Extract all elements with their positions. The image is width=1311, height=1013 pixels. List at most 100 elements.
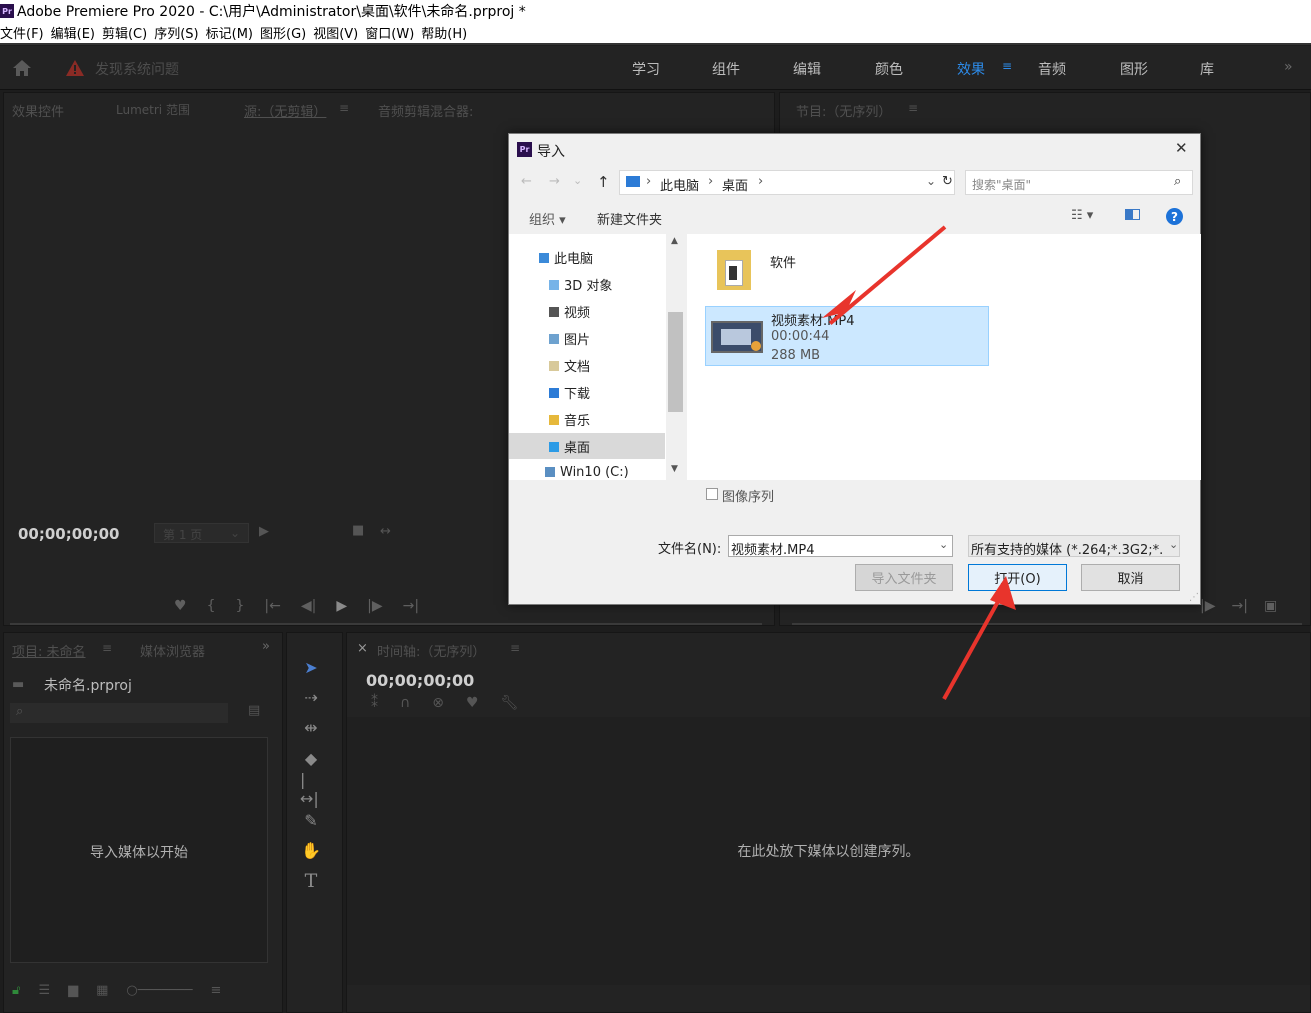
settings-icon[interactable]: ■: [352, 523, 364, 538]
search-box[interactable]: 搜索"桌面" ⌕: [965, 170, 1193, 195]
add-marker-icon[interactable]: ♥: [174, 598, 187, 614]
tree-pictures[interactable]: 图片: [549, 329, 590, 348]
cancel-button[interactable]: 取消: [1081, 564, 1180, 591]
preview-pane-icon[interactable]: [1125, 209, 1140, 220]
program-scrollbar[interactable]: [792, 623, 1302, 625]
icon-view-icon[interactable]: ▆: [68, 983, 78, 998]
sort-icon[interactable]: ≡: [211, 983, 222, 998]
source-scrollbar[interactable]: [10, 623, 762, 625]
tree-videos[interactable]: 视频: [549, 302, 590, 321]
page-select[interactable]: 第 1 页 ⌄: [154, 523, 249, 543]
lock-icon[interactable]: 🔓︎: [12, 983, 20, 998]
tree-this-pc[interactable]: 此电脑: [539, 248, 593, 267]
back-arrow-icon[interactable]: ←: [521, 174, 532, 189]
workspace-learn[interactable]: 学习: [632, 59, 660, 79]
tab-project-menu-icon[interactable]: ≡: [102, 641, 112, 655]
folder-name-software[interactable]: 软件: [770, 252, 796, 271]
tab-timeline-menu-icon[interactable]: ≡: [510, 641, 520, 655]
tab-program-menu-icon[interactable]: ≡: [908, 101, 918, 115]
hand-tool-icon[interactable]: ✋: [300, 839, 322, 861]
go-to-out-icon[interactable]: →|: [403, 598, 419, 614]
mark-in-icon[interactable]: {: [207, 598, 216, 614]
forward-arrow-icon[interactable]: →: [549, 174, 560, 189]
tab-media-browser[interactable]: 媒体浏览器: [140, 641, 205, 660]
nest-icon[interactable]: ⁑: [371, 695, 378, 711]
play-small-icon[interactable]: ▶: [259, 524, 269, 539]
address-dropdown-icon[interactable]: ⌄: [926, 174, 936, 188]
refresh-icon[interactable]: ↻: [942, 174, 953, 189]
tab-audio-clip-mixer[interactable]: 音频剪辑混合器:: [378, 101, 473, 120]
export-frame-icon[interactable]: ▣: [1264, 598, 1277, 614]
filename-dropdown-icon[interactable]: ⌄: [939, 538, 948, 551]
snap-icon[interactable]: ∩: [400, 695, 410, 711]
menu-help[interactable]: 帮助(H): [421, 23, 467, 42]
new-bin-icon[interactable]: ▤: [248, 703, 260, 718]
breadcrumb-desktop[interactable]: 桌面: [722, 175, 748, 194]
menu-sequence[interactable]: 序列(S): [154, 23, 198, 42]
warning-icon[interactable]: [66, 60, 84, 76]
menu-file[interactable]: 文件(F): [0, 23, 44, 42]
address-bar[interactable]: › 此电脑 › 桌面 › ⌄ ↻: [619, 170, 955, 195]
timeline-timecode[interactable]: 00;00;00;00: [366, 671, 474, 690]
workspace-effects[interactable]: 效果: [957, 59, 985, 79]
recent-chevron-icon[interactable]: ⌄: [573, 174, 582, 187]
type-tool-icon[interactable]: T: [300, 870, 322, 892]
image-sequence-checkbox[interactable]: [706, 488, 718, 500]
tab-source[interactable]: 源:（无剪辑）: [244, 101, 326, 120]
workspace-menu-icon[interactable]: ≡: [1002, 59, 1012, 73]
workspace-assembly[interactable]: 组件: [712, 59, 740, 79]
menu-graphics[interactable]: 图形(G): [260, 23, 306, 42]
tree-downloads[interactable]: 下载: [549, 383, 590, 402]
step-back-icon[interactable]: ◀|: [301, 598, 316, 614]
tree-scrollbar[interactable]: ▲ ▼: [666, 234, 685, 480]
slip-tool-icon[interactable]: |↔|: [300, 770, 322, 808]
program-go-to-out-icon[interactable]: →|: [1231, 598, 1247, 614]
workspace-audio[interactable]: 音频: [1038, 59, 1066, 79]
insert-icon[interactable]: ↔: [380, 524, 391, 539]
tab-timeline[interactable]: 时间轴:（无序列）: [377, 641, 485, 660]
track-select-tool-icon[interactable]: ⇢: [300, 686, 322, 708]
linked-selection-icon[interactable]: ⊗: [432, 695, 444, 711]
workspace-graphics[interactable]: 图形: [1120, 59, 1148, 79]
dialog-close-icon[interactable]: ✕: [1175, 139, 1188, 157]
go-to-in-icon[interactable]: |←: [264, 598, 280, 614]
program-step-forward-icon[interactable]: |▶: [1200, 598, 1215, 614]
filetype-select[interactable]: 所有支持的媒体 (*.264;*.3G2;*. ⌄: [968, 535, 1180, 557]
filetype-dropdown-icon[interactable]: ⌄: [1167, 538, 1179, 551]
menu-edit[interactable]: 编辑(E): [51, 23, 95, 42]
freeform-view-icon[interactable]: ▦: [96, 983, 108, 998]
source-timecode[interactable]: 00;00;00;00: [18, 525, 120, 543]
tree-desktop[interactable]: 桌面: [549, 437, 590, 456]
new-folder-button[interactable]: 新建文件夹: [597, 209, 662, 228]
help-icon[interactable]: ?: [1166, 208, 1183, 225]
menu-clip[interactable]: 剪辑(C): [102, 23, 147, 42]
workspace-editing[interactable]: 编辑: [793, 59, 821, 79]
view-options-icon[interactable]: ☷ ▾: [1071, 208, 1093, 223]
menu-window[interactable]: 窗口(W): [365, 23, 414, 42]
tree-documents[interactable]: 文档: [549, 356, 590, 375]
system-issue-label[interactable]: 发现系统问题: [95, 59, 179, 79]
tab-effect-controls[interactable]: 效果控件: [12, 101, 64, 120]
open-button[interactable]: 打开(O): [968, 564, 1067, 591]
import-folder-button[interactable]: 导入文件夹: [855, 564, 953, 591]
wrench-icon[interactable]: 🔧︎: [501, 695, 519, 711]
workspace-color[interactable]: 颜色: [875, 59, 903, 79]
scroll-thumb[interactable]: [668, 312, 683, 412]
breadcrumb-this-pc[interactable]: 此电脑: [660, 175, 699, 194]
tree-music[interactable]: 音乐: [549, 410, 590, 429]
timeline-marker-icon[interactable]: ♥: [466, 695, 479, 711]
timeline-close-icon[interactable]: ×: [357, 641, 368, 656]
tab-program[interactable]: 节目:（无序列）: [796, 101, 891, 120]
tree-drive-c[interactable]: Win10 (C:): [545, 464, 629, 480]
ripple-edit-tool-icon[interactable]: ⇹: [300, 716, 322, 738]
tab-project[interactable]: 项目: 未命名: [12, 641, 86, 660]
selection-tool-icon[interactable]: ➤: [300, 656, 322, 678]
list-view-icon[interactable]: ☰: [38, 983, 50, 998]
timeline-drop-area[interactable]: 在此处放下媒体以创建序列。: [347, 717, 1310, 985]
play-icon[interactable]: ▶: [336, 598, 347, 614]
workspace-libraries[interactable]: 库: [1200, 59, 1214, 79]
workspace-overflow-icon[interactable]: »: [1284, 59, 1293, 75]
pen-tool-icon[interactable]: ✎: [300, 809, 322, 831]
home-icon[interactable]: [12, 59, 32, 77]
up-arrow-icon[interactable]: ↑: [597, 173, 610, 191]
